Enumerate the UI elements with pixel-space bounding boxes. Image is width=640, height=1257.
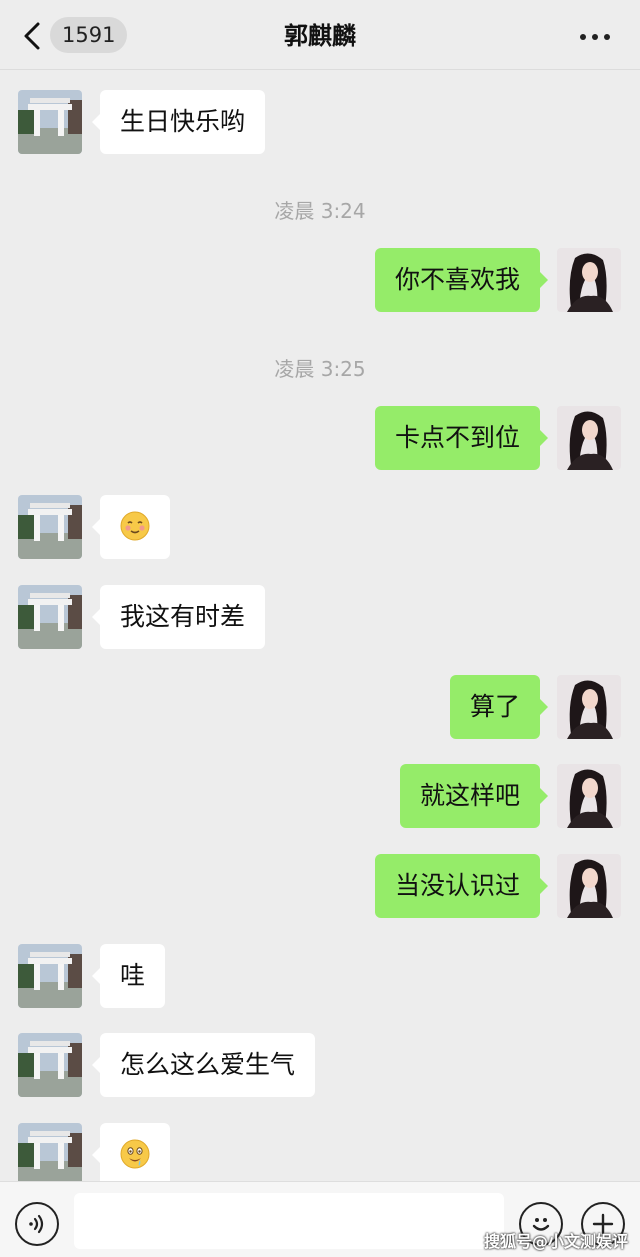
message-bubble[interactable]: 生日快乐哟 xyxy=(91,90,266,154)
message-bubble[interactable] xyxy=(92,1123,170,1181)
message-bubble[interactable] xyxy=(92,495,170,559)
my-avatar[interactable] xyxy=(557,854,621,918)
message-list[interactable]: 生日快乐哟 凌晨 3:24 你不喜欢我 凌晨 3:25 卡点不到位 我这有时差 … xyxy=(0,71,640,1181)
message-bubble[interactable]: 你不喜欢我 xyxy=(374,248,549,312)
message-row: 卡点不到位 xyxy=(0,406,640,470)
watermark-text: 搜狐号@小文测娱评 xyxy=(483,1232,628,1251)
message-bubble[interactable]: 卡点不到位 xyxy=(374,406,549,470)
ellipsis-icon xyxy=(580,34,586,40)
contact-avatar[interactable] xyxy=(18,90,82,154)
message-row: 当没认识过 xyxy=(0,854,640,918)
message-bubble[interactable]: 算了 xyxy=(449,675,549,739)
contact-avatar[interactable] xyxy=(18,495,82,559)
contact-avatar[interactable] xyxy=(18,944,82,1008)
my-avatar[interactable] xyxy=(557,248,621,312)
message-row: 我这有时差 xyxy=(0,585,640,649)
contact-avatar[interactable] xyxy=(18,1033,82,1097)
message-bubble[interactable]: 我这有时差 xyxy=(91,585,266,649)
chat-header: 1591 郭麒麟 xyxy=(0,0,640,70)
message-row xyxy=(0,495,640,559)
message-row: 算了 xyxy=(0,675,640,739)
smiling-blush-emoji-icon xyxy=(120,511,150,541)
chat-title: 郭麒麟 xyxy=(284,22,356,50)
message-bubble[interactable]: 怎么这么爱生气 xyxy=(91,1033,316,1097)
message-row: 哇 xyxy=(0,944,640,1008)
message-row: 生日快乐哟 xyxy=(0,90,640,154)
message-timestamp: 凌晨 3:25 xyxy=(274,357,366,381)
message-bubble[interactable]: 哇 xyxy=(91,944,166,1008)
my-avatar[interactable] xyxy=(557,406,621,470)
voice-button[interactable] xyxy=(15,1202,59,1246)
message-timestamp: 凌晨 3:24 xyxy=(274,199,366,223)
voice-icon xyxy=(29,1214,44,1234)
contact-avatar[interactable] xyxy=(18,585,82,649)
my-avatar[interactable] xyxy=(557,675,621,739)
drooling-emoji-icon xyxy=(120,1139,150,1169)
input-bar: 搜狐号@小文测娱评 xyxy=(0,1181,640,1257)
message-row: 你不喜欢我 xyxy=(0,248,640,312)
message-bubble[interactable]: 就这样吧 xyxy=(399,764,549,828)
message-row: 怎么这么爱生气 xyxy=(0,1033,640,1097)
message-input[interactable] xyxy=(74,1193,504,1249)
contact-avatar[interactable] xyxy=(18,1123,82,1181)
message-row xyxy=(0,1123,640,1181)
more-button[interactable] xyxy=(580,24,614,48)
my-avatar[interactable] xyxy=(557,764,621,828)
message-row: 就这样吧 xyxy=(0,764,640,828)
message-bubble[interactable]: 当没认识过 xyxy=(374,854,549,918)
